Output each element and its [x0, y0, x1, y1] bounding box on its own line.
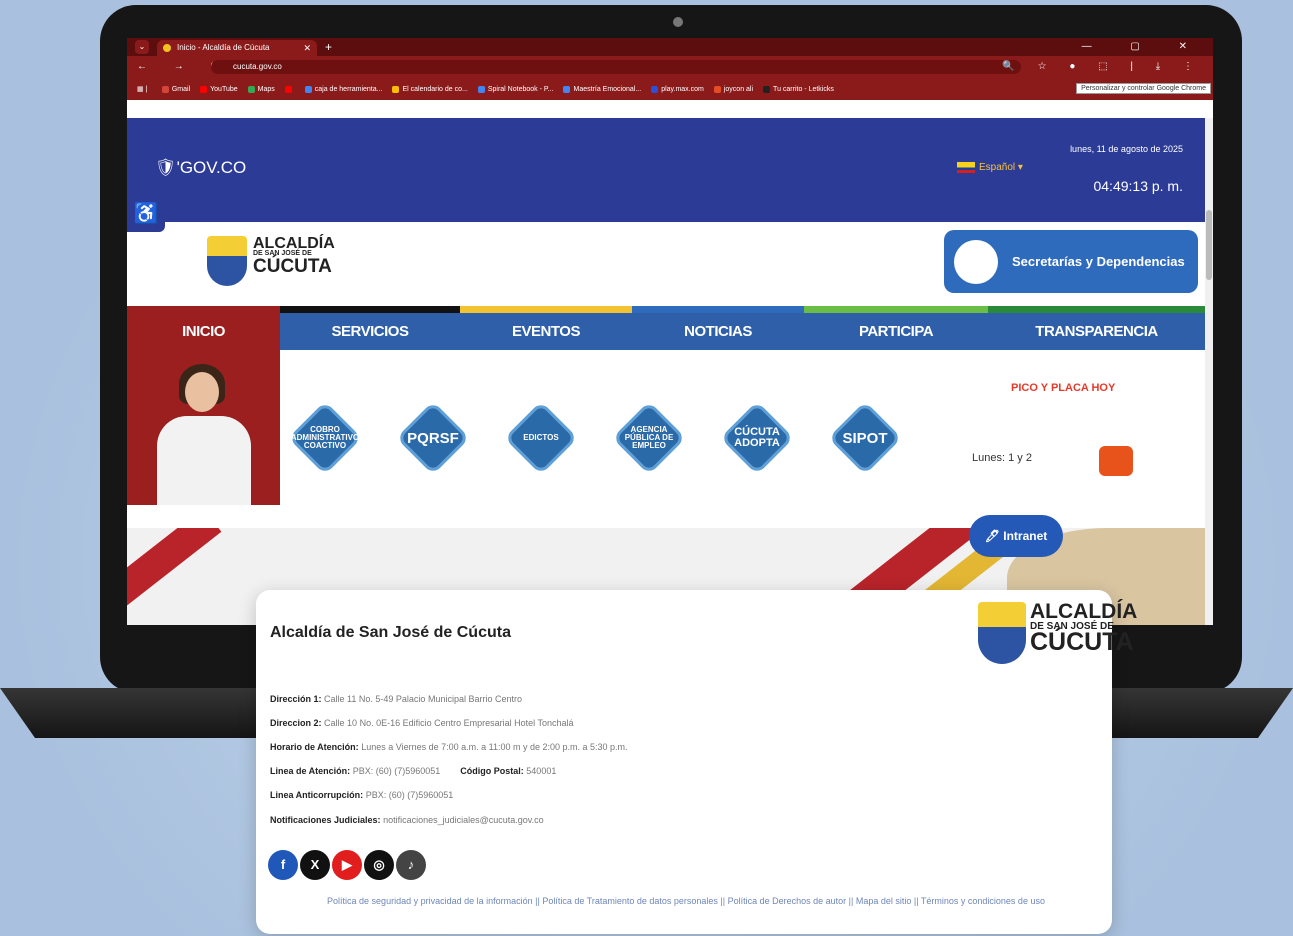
service-c-cuta-adopta[interactable]: CÚCUTA ADOPTA [720, 401, 794, 475]
car-icon [1089, 438, 1169, 480]
bookmark-icon [713, 85, 721, 93]
footer-title: Alcaldía de San José de Cúcuta [270, 624, 511, 641]
footer-info-row: Horario de Atención: Lunes a Viernes de … [270, 742, 628, 752]
gov-header: 🛡'GOV.CO Español ▾ lunes, 11 de agosto d… [127, 118, 1205, 222]
accessibility-icon[interactable]: ♿ [127, 196, 165, 232]
instagram-icon[interactable]: ◎ [364, 850, 394, 880]
menu-item-participa[interactable]: PARTICIPA [804, 313, 988, 350]
tab-search-button[interactable]: ⌄ [135, 40, 149, 54]
bookmark-icon [563, 85, 571, 93]
logo-line1: ALCALDÍA [253, 235, 335, 252]
bookmark-icon [200, 85, 208, 93]
current-date: lunes, 11 de agosto de 2025 [1070, 144, 1183, 154]
address-bar: ← → C cucuta.gov.co 🔍 ☆ ● ⬚ | ⤓ ⋮ [127, 56, 1213, 78]
service-sipot[interactable]: SIPOT [828, 401, 902, 475]
bookmark-item[interactable]: joycon ali [713, 79, 753, 100]
x-icon[interactable]: X [300, 850, 330, 880]
bookmark-icon [763, 85, 771, 93]
pico-placa-title: PICO Y PLACA HOY [1011, 382, 1116, 394]
footer-info-row: Linea de Atención: PBX: (60) (7)5960051 … [270, 766, 557, 776]
new-tab-button[interactable]: + [325, 38, 332, 56]
footer-info-row: Linea Anticorrupción: PBX: (60) (7)59600… [270, 790, 454, 800]
pico-placa-value: Lunes: 1 y 2 [972, 452, 1032, 464]
secretarias-button[interactable]: Secretarías y Dependencias [944, 230, 1198, 293]
sign-language-interpreter [127, 350, 280, 505]
footer-info-row: Direccion 2: Calle 10 No. 0E-16 Edificio… [270, 718, 574, 728]
color-stripe [632, 306, 804, 313]
menu-item-servicios[interactable]: SERVICIOS [280, 313, 460, 350]
bookmark-icon [284, 85, 292, 93]
main-menu: INICIO SERVICIOS EVENTOS NOTICIAS PARTIC… [127, 313, 1205, 350]
social-links: f X ▶ ◎ ♪ [268, 850, 428, 880]
browser-tab[interactable]: Inicio - Alcaldía de Cúcuta ✕ [157, 40, 317, 56]
facebook-icon[interactable]: f [268, 850, 298, 880]
bookmark-item[interactable]: El calendario de co... [392, 79, 468, 100]
bookmark-item[interactable] [284, 79, 295, 100]
bookmark-icon [247, 85, 255, 93]
coat-of-arms-icon [207, 236, 247, 286]
camera [673, 17, 683, 27]
apps-icon[interactable]: ▦ | [137, 79, 147, 100]
alcaldia-logo: ALCALDÍA DE SAN JOSÉ DE CÚCUTA [978, 601, 1137, 664]
secretarias-label: Secretarías y Dependencias [1012, 254, 1185, 269]
tab-title: Inicio - Alcaldía de Cúcuta [177, 43, 270, 52]
footer-info-row: Notificaciones Judiciales: notificacione… [270, 815, 544, 825]
color-stripe [460, 306, 632, 313]
footer-card: Alcaldía de San José de Cúcuta ALCALDÍA … [256, 590, 1137, 934]
bookmark-item[interactable]: Spiral Notebook - P... [477, 79, 553, 100]
intranet-button[interactable]: 🖊 Intranet [969, 515, 1063, 557]
coat-of-arms-icon [954, 240, 998, 284]
logo-line3: CÚCUTA [253, 255, 332, 277]
service-agencia-p-blica-de-empleo[interactable]: AGENCIA PÚBLICA DE EMPLEO [612, 401, 686, 475]
favicon-icon [163, 44, 171, 52]
tab-bar: ⌄ Inicio - Alcaldía de Cúcuta ✕ + — ▢ ✕ [127, 38, 1213, 56]
url-field[interactable]: cucuta.gov.co [211, 60, 1021, 74]
govco-logo[interactable]: 🛡'GOV.CO [155, 158, 246, 178]
bookmark-icon [161, 85, 169, 93]
bookmark-item[interactable]: Gmail [161, 79, 190, 100]
youtube-icon[interactable]: ▶ [332, 850, 362, 880]
current-time: 04:49:13 p. m. [1093, 178, 1183, 194]
bookmark-icon [304, 85, 312, 93]
footer-info-row: Dirección 1: Calle 11 No. 5-49 Palacio M… [270, 694, 522, 704]
bookmark-icon [392, 85, 400, 93]
service-edictos[interactable]: EDICTOS [504, 401, 578, 475]
menu-item-inicio[interactable]: INICIO [127, 313, 280, 350]
bookmark-item[interactable]: YouTube [200, 79, 238, 100]
bookmark-item[interactable]: play.max.com [651, 79, 704, 100]
bookmark-item[interactable]: Maestría Emocional... [563, 79, 641, 100]
language-selector[interactable]: Español ▾ [957, 162, 1023, 173]
color-stripe [988, 306, 1205, 313]
address-bar-icons[interactable]: 🔍 ☆ ● ⬚ | ⤓ ⋮ [1002, 56, 1203, 78]
service-pqrsf[interactable]: PQRSF [396, 401, 470, 475]
service-cobro-administrativo-coactivo[interactable]: COBRO ADMINISTRATIVO COACTIVO [288, 401, 362, 475]
bookmark-icon [651, 85, 659, 93]
color-stripe [280, 306, 460, 313]
menu-item-transparencia[interactable]: TRANSPARENCIA [988, 313, 1205, 350]
footer-links[interactable]: Política de seguridad y privacidad de la… [286, 894, 1086, 908]
color-stripe [127, 306, 280, 313]
bookmark-item[interactable]: Maps [247, 79, 275, 100]
close-tab-icon[interactable]: ✕ [303, 40, 311, 56]
scrollbar[interactable] [1205, 118, 1213, 625]
bookmark-icon [477, 85, 485, 93]
tiktok-icon[interactable]: ♪ [396, 850, 426, 880]
menu-item-eventos[interactable]: EVENTOS [460, 313, 632, 350]
bookmarks-bar: ▦ | Gmail YouTube Maps caja de herramienta.… [127, 78, 1213, 100]
color-stripe [804, 306, 988, 313]
menu-item-noticias[interactable]: NOTICIAS [632, 313, 804, 350]
window-controls[interactable]: — ▢ ✕ [1082, 38, 1205, 56]
tooltip: Personalizar y controlar Google Chrome [1076, 83, 1211, 94]
coat-of-arms-icon [978, 602, 1026, 664]
bookmark-item[interactable]: Tu carrito - Letkicks [763, 79, 834, 100]
content-area: COBRO ADMINISTRATIVO COACTIVO PQRSF EDICTO… [127, 350, 1205, 528]
bookmark-item[interactable]: caja de herramienta... [304, 79, 382, 100]
colombia-flag-icon [957, 162, 975, 173]
